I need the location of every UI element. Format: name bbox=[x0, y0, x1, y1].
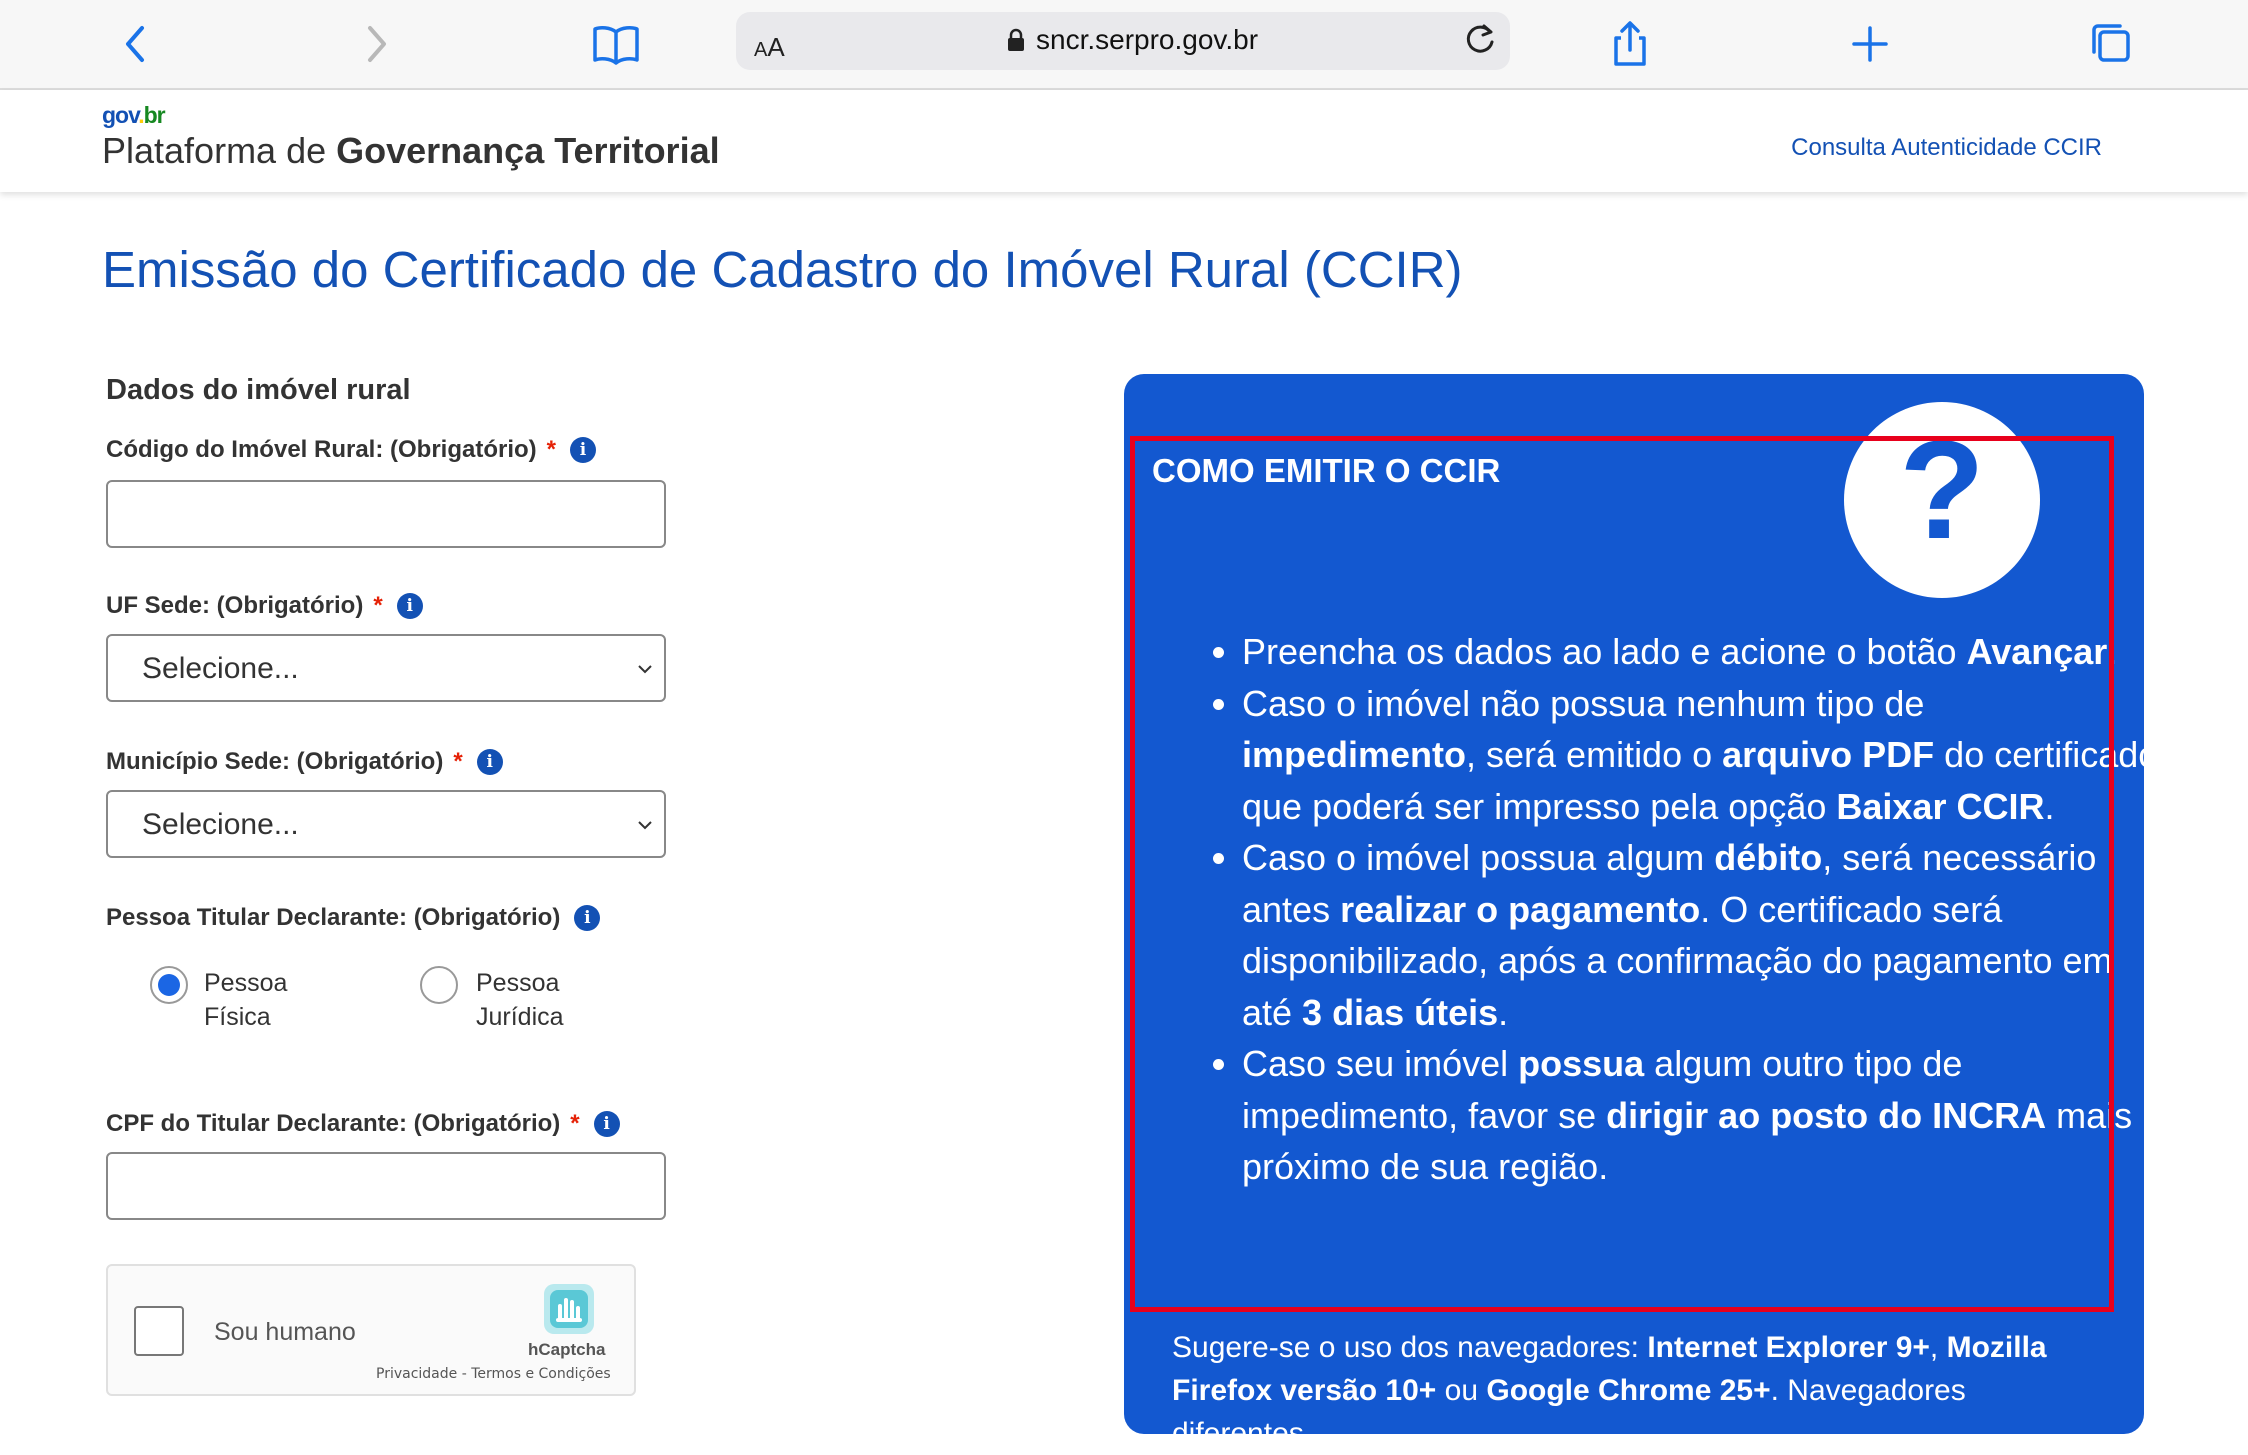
bookmarks-icon[interactable] bbox=[590, 18, 642, 70]
tabs-icon[interactable] bbox=[2086, 18, 2138, 70]
radio-pessoa-juridica-label[interactable]: Pessoa Jurídica bbox=[476, 966, 564, 1034]
captcha-links[interactable]: Privacidade - Termos e Condições bbox=[376, 1366, 611, 1382]
browsers-note: Sugere-se o uso dos navegadores: Interne… bbox=[1172, 1331, 2047, 1450]
forward-icon[interactable] bbox=[350, 18, 402, 70]
share-icon[interactable] bbox=[1604, 18, 1656, 70]
info-icon[interactable]: i bbox=[574, 905, 601, 931]
text-size-button[interactable]: AA bbox=[754, 32, 785, 63]
municipio-select-value: Selecione... bbox=[142, 808, 299, 841]
uf-select[interactable]: Selecione... bbox=[106, 634, 666, 702]
browser-toolbar: AA sncr.serpro.gov.br bbox=[0, 0, 2248, 90]
radio-pessoa-fisica-label[interactable]: Pessoa Física bbox=[204, 966, 287, 1034]
url-text: sncr.serpro.gov.br bbox=[1036, 24, 1259, 55]
cpf-label: CPF do Titular Declarante: (Obrigatório)… bbox=[106, 1110, 620, 1138]
uf-select-value: Selecione... bbox=[142, 652, 299, 685]
cpf-input[interactable] bbox=[106, 1152, 666, 1220]
chevron-down-icon bbox=[638, 665, 652, 674]
info-icon[interactable]: i bbox=[476, 749, 503, 775]
uf-label: UF Sede: (Obrigatório) * i bbox=[106, 592, 423, 620]
captcha-checkbox[interactable] bbox=[134, 1306, 184, 1356]
platform-name: Plataforma de Governança Territorial bbox=[102, 130, 720, 171]
govbr-logo[interactable]: gov.br bbox=[102, 102, 166, 129]
info-icon[interactable]: i bbox=[570, 437, 596, 463]
municipio-label: Município Sede: (Obrigatório) * i bbox=[106, 748, 503, 776]
pessoa-label: Pessoa Titular Declarante: (Obrigatório)… bbox=[106, 904, 601, 932]
codigo-label: Código do Imóvel Rural: (Obrigatório) * i bbox=[106, 436, 596, 464]
info-icon[interactable]: i bbox=[593, 1111, 620, 1137]
codigo-imovel-input[interactable] bbox=[106, 480, 666, 548]
hcaptcha-logo-icon bbox=[544, 1284, 594, 1334]
lock-icon bbox=[1008, 28, 1024, 51]
site-header: gov.br Plataforma de Governança Territor… bbox=[0, 90, 2248, 192]
radio-pessoa-juridica[interactable] bbox=[420, 966, 458, 1004]
radio-pessoa-fisica[interactable] bbox=[150, 966, 188, 1004]
required-mark: * bbox=[546, 436, 556, 463]
chevron-down-icon bbox=[638, 821, 652, 830]
required-mark: * bbox=[373, 592, 383, 619]
reload-icon[interactable] bbox=[1460, 20, 1500, 60]
page-title: Emissão do Certificado de Cadastro do Im… bbox=[102, 241, 1463, 298]
required-mark: * bbox=[453, 748, 463, 775]
captcha-brand: hCaptcha bbox=[528, 1340, 606, 1359]
back-icon[interactable] bbox=[110, 18, 162, 70]
section-title: Dados do imóvel rural bbox=[106, 374, 411, 406]
captcha-label: Sou humano bbox=[214, 1318, 356, 1346]
required-mark: * bbox=[570, 1110, 580, 1137]
municipio-select[interactable]: Selecione... bbox=[106, 790, 666, 858]
info-icon[interactable]: i bbox=[396, 593, 423, 619]
highlight-box bbox=[1130, 436, 2114, 1312]
consulta-autenticidade-link[interactable]: Consulta Autenticidade CCIR bbox=[1791, 134, 2102, 162]
new-tab-icon[interactable] bbox=[1844, 18, 1896, 70]
address-bar[interactable]: AA sncr.serpro.gov.br bbox=[736, 12, 1510, 70]
url-display: sncr.serpro.gov.br bbox=[1006, 24, 1258, 56]
hcaptcha-widget: Sou humano hCaptcha Privacidade - Termos… bbox=[106, 1264, 636, 1396]
